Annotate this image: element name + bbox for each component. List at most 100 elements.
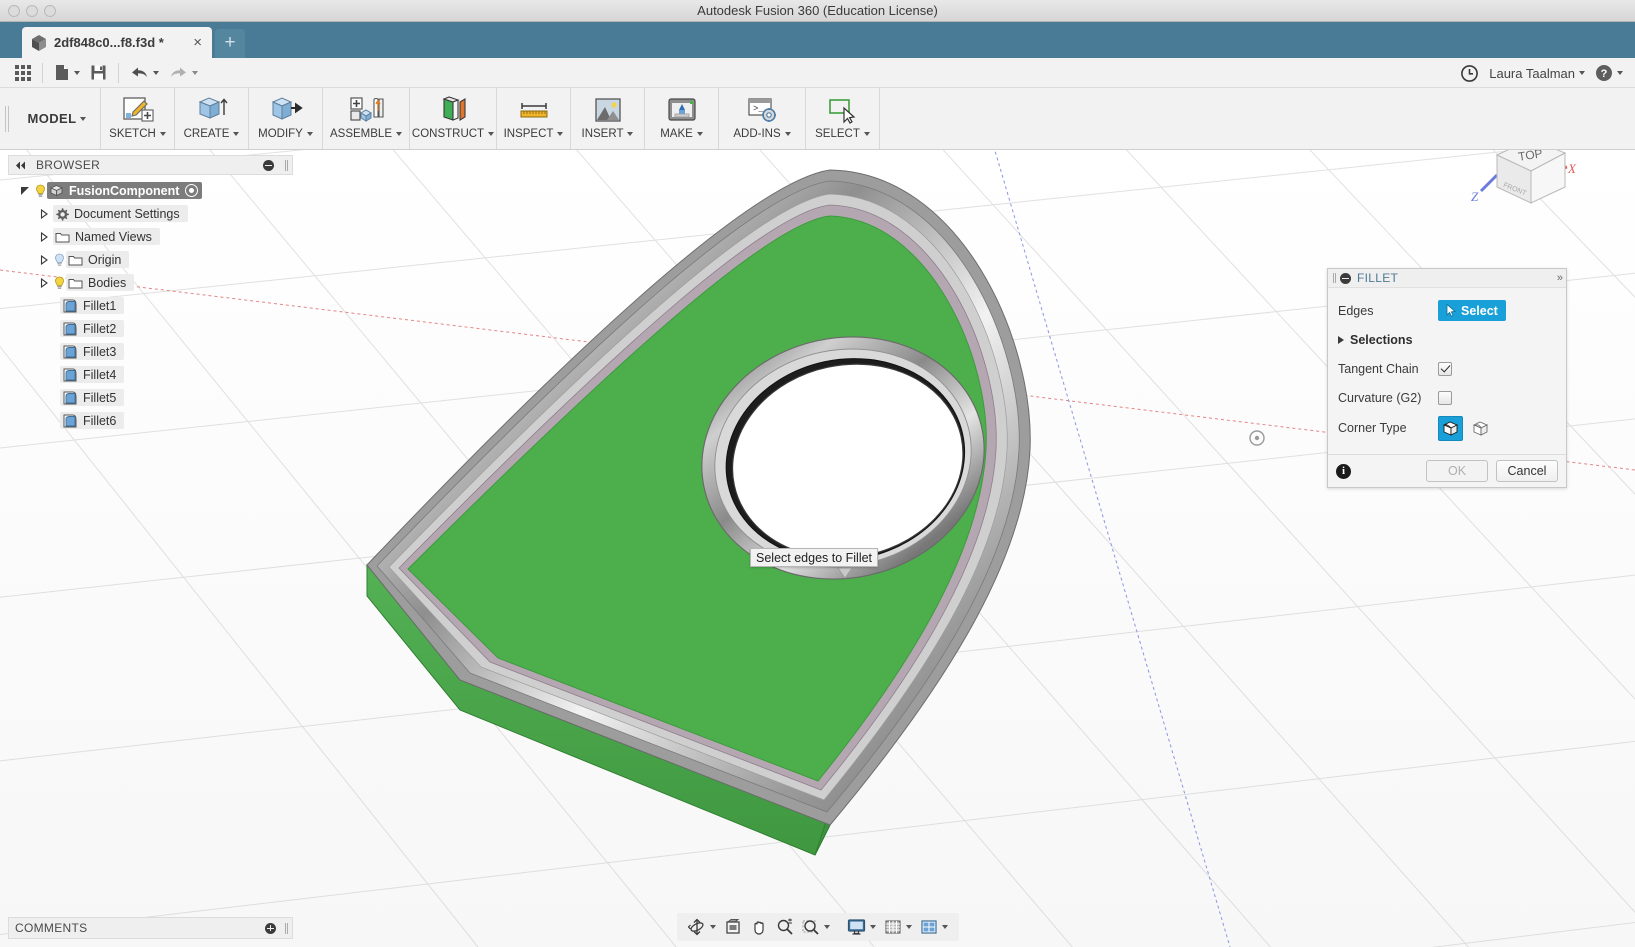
minimize-button[interactable]	[26, 5, 38, 17]
file-icon	[54, 64, 70, 81]
selections-row[interactable]: Selections	[1338, 325, 1556, 354]
tree-item-pill[interactable]: Fillet3	[60, 343, 125, 360]
chevron-down-icon[interactable]	[1617, 71, 1623, 75]
chevron-down-icon	[74, 70, 80, 75]
display-settings-button[interactable]	[844, 915, 879, 939]
minus-circle-icon[interactable]	[1340, 272, 1351, 284]
tree-row-fillet2[interactable]: Fillet2	[8, 317, 293, 340]
pan-button[interactable]	[747, 915, 771, 939]
help-question-icon[interactable]: ?	[1595, 64, 1613, 82]
tree-row-fillet4[interactable]: Fillet4	[8, 363, 293, 386]
ribbon-label-create: CREATE	[183, 128, 230, 140]
collapse-left-icon[interactable]	[15, 161, 28, 170]
viewports-button[interactable]	[917, 915, 951, 939]
tree-item-pill[interactable]: FusionComponent	[47, 182, 203, 199]
cancel-button[interactable]: Cancel	[1496, 460, 1558, 482]
fit-button[interactable]	[799, 915, 833, 939]
zoom-button[interactable]	[773, 915, 797, 939]
document-tab[interactable]: 2df848c0...f8.f3d * ×	[22, 27, 212, 58]
tree-item-pill[interactable]: Origin	[66, 251, 130, 268]
app-grid-button[interactable]	[10, 60, 36, 86]
tree-item-pill[interactable]: Document Settings	[53, 205, 188, 222]
orbit-button[interactable]	[685, 915, 719, 939]
view-cube[interactable]: Y X Z TOP FRONT	[1445, 150, 1595, 225]
tree-row-fillet6[interactable]: Fillet6	[8, 409, 293, 432]
save-button[interactable]	[85, 60, 112, 86]
visibility-bulb-icon[interactable]	[34, 184, 47, 198]
tree-item-pill[interactable]: Fillet6	[60, 412, 125, 429]
corner-type-setback-button[interactable]	[1468, 416, 1493, 441]
user-name-label[interactable]: Laura Taalman	[1489, 66, 1575, 81]
expand-arrow-right-icon[interactable]	[39, 231, 49, 242]
fillet-icon	[62, 413, 78, 429]
tree-row-fillet1[interactable]: Fillet1	[8, 294, 293, 317]
curvature-checkbox[interactable]	[1438, 390, 1452, 405]
ribbon-item-create[interactable]: CREATE	[175, 88, 248, 149]
look-at-button[interactable]	[721, 915, 745, 939]
clock-icon[interactable]	[1460, 64, 1479, 83]
tree-item-pill[interactable]: Named Views	[53, 228, 160, 245]
tree-item-pill[interactable]: Fillet1	[60, 297, 125, 314]
chevron-down-icon[interactable]	[1579, 71, 1585, 75]
info-icon[interactable]: i	[1336, 463, 1351, 479]
ribbon-grip[interactable]	[0, 88, 14, 149]
tree-row-document-settings[interactable]: Document Settings	[8, 202, 293, 225]
activate-component-radio[interactable]	[185, 184, 199, 197]
tree-row-fillet5[interactable]: Fillet5	[8, 386, 293, 409]
new-tab-button[interactable]: +	[215, 29, 245, 58]
grid-snaps-button[interactable]	[881, 915, 915, 939]
ribbon-item-modify[interactable]: MODIFY	[249, 88, 322, 149]
edges-row: Edges Select	[1338, 296, 1556, 325]
tree-row-fillet3[interactable]: Fillet3	[8, 340, 293, 363]
panel-resize-grip[interactable]	[285, 159, 286, 171]
plus-circle-icon[interactable]	[265, 922, 276, 934]
ribbon-item-assemble[interactable]: ASSEMBLE	[323, 88, 409, 149]
chevron-down-icon	[941, 925, 948, 929]
undo-button[interactable]	[125, 60, 164, 86]
visibility-bulb-icon[interactable]	[53, 276, 66, 290]
ok-button[interactable]: OK	[1426, 460, 1488, 482]
tangent-chain-checkbox[interactable]	[1438, 361, 1452, 376]
redo-button[interactable]	[164, 60, 203, 86]
fillet-dialog-header[interactable]: FILLET »	[1328, 269, 1566, 288]
assemble-icon	[348, 94, 384, 126]
expand-right-icon[interactable]: »	[1557, 272, 1563, 284]
create-box-icon	[195, 94, 229, 126]
ribbon-item-construct[interactable]: CONSTRUCT	[410, 88, 496, 149]
workspace-switcher[interactable]: MODEL	[14, 88, 100, 149]
ribbon-item-insert[interactable]: INSERT	[571, 88, 644, 149]
expand-arrow-right-icon[interactable]	[39, 277, 49, 288]
expand-arrow-down-icon[interactable]	[20, 186, 30, 196]
ribbon-item-select[interactable]: SELECT	[806, 88, 879, 149]
expand-arrow-right-icon[interactable]	[39, 208, 49, 219]
tree-row-fusioncomponent[interactable]: FusionComponent	[8, 179, 293, 202]
select-edges-button[interactable]: Select	[1438, 300, 1506, 321]
expand-arrow-right-icon[interactable]	[39, 254, 49, 265]
dialog-drag-grip[interactable]	[1333, 273, 1334, 283]
file-menu-button[interactable]	[49, 60, 85, 86]
minus-circle-icon[interactable]	[263, 159, 274, 171]
comments-title: COMMENTS	[15, 921, 88, 935]
window-controls[interactable]	[8, 5, 56, 17]
corner-type-rolling-ball-button[interactable]	[1438, 415, 1463, 441]
ribbon-item-inspect[interactable]: INSPECT	[497, 88, 570, 149]
tree-row-origin[interactable]: Origin	[8, 248, 293, 271]
tree-row-bodies[interactable]: Bodies	[8, 271, 293, 294]
tree-item-pill[interactable]: Bodies	[66, 274, 135, 291]
expand-arrow-right-icon[interactable]	[1338, 335, 1344, 344]
ribbon-item-make[interactable]: MAKE	[645, 88, 718, 149]
fillet-dialog-footer: i OK Cancel	[1328, 454, 1566, 487]
comments-panel[interactable]: COMMENTS	[8, 917, 293, 939]
tree-row-named-views[interactable]: Named Views	[8, 225, 293, 248]
tree-item-pill[interactable]: Fillet5	[60, 389, 125, 406]
close-icon[interactable]: ×	[189, 34, 206, 51]
visibility-bulb-icon[interactable]	[53, 253, 66, 267]
panel-resize-grip[interactable]	[285, 922, 286, 934]
tree-item-pill[interactable]: Fillet4	[60, 366, 125, 383]
ribbon-item-addins[interactable]: >_ ADD-INS	[719, 88, 805, 149]
ribbon-item-sketch[interactable]: SKETCH	[101, 88, 174, 149]
tree-item-pill[interactable]: Fillet2	[60, 320, 125, 337]
image-insert-icon	[591, 94, 625, 126]
maximize-button[interactable]	[44, 5, 56, 17]
close-button[interactable]	[8, 5, 20, 17]
